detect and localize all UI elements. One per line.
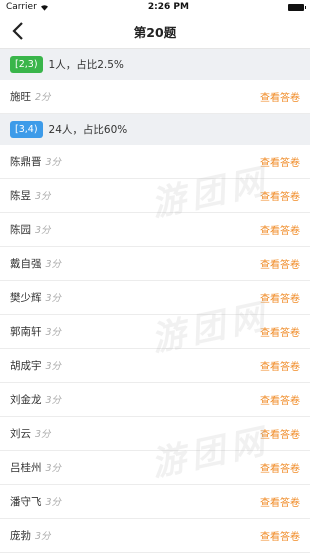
student-name: 刘金龙 <box>10 394 42 406</box>
view-answer-button[interactable]: 查看答卷 <box>260 89 300 104</box>
group-summary: 1人，占比2.5% <box>48 59 124 71</box>
list-item: 戴自强 3分 查看答卷 <box>0 247 310 281</box>
student-score: 3分 <box>45 157 62 168</box>
student-name: 郭南轩 <box>10 326 42 338</box>
student-score: 3分 <box>45 293 62 304</box>
student-name: 施旺 <box>10 91 31 103</box>
list-item: 陈园 3分 查看答卷 <box>0 213 310 247</box>
student-name: 吕桂州 <box>10 462 42 474</box>
student-score: 3分 <box>45 327 62 338</box>
student-name: 刘云 <box>10 428 31 440</box>
list-item: 庞勃 3分 查看答卷 <box>0 519 310 553</box>
view-answer-button[interactable]: 查看答卷 <box>260 460 300 475</box>
student-score: 3分 <box>45 259 62 270</box>
list-item: 刘云 3分 查看答卷 <box>0 417 310 451</box>
view-answer-button[interactable]: 查看答卷 <box>260 222 300 237</box>
student-score: 3分 <box>35 191 51 202</box>
page-title: 第20题 <box>133 24 177 40</box>
student-score: 3分 <box>35 531 51 542</box>
student-name: 庞勃 <box>10 530 31 542</box>
status-left: Carrier <box>6 2 49 12</box>
student-name: 戴自强 <box>10 258 42 270</box>
list-item: 樊少辉 3分 查看答卷 <box>0 281 310 315</box>
view-answer-button[interactable]: 查看答卷 <box>260 256 300 271</box>
view-answer-button[interactable]: 查看答卷 <box>260 528 300 543</box>
list-item: 胡成宇 3分 查看答卷 <box>0 349 310 383</box>
list-item: 刘金龙 3分 查看答卷 <box>0 383 310 417</box>
view-answer-button[interactable]: 查看答卷 <box>260 188 300 203</box>
chevron-left-icon <box>12 22 23 40</box>
student-name: 胡成宇 <box>10 360 42 372</box>
list-item: 吕桂州 3分 查看答卷 <box>0 451 310 485</box>
student-name: 陈昱 <box>10 190 31 202</box>
group-header: [3,4) 24人，占比60% <box>0 114 310 145</box>
view-answer-button[interactable]: 查看答卷 <box>260 392 300 407</box>
student-name: 陈鼎晋 <box>10 156 42 168</box>
student-score: 3分 <box>35 429 51 440</box>
list-item: 潘守飞 3分 查看答卷 <box>0 485 310 519</box>
student-score: 3分 <box>35 225 51 236</box>
list-item: 陈鼎晋 3分 查看答卷 <box>0 145 310 179</box>
student-name: 樊少辉 <box>10 292 42 304</box>
back-button[interactable] <box>6 19 30 43</box>
battery-icon <box>287 3 306 11</box>
group-summary: 24人，占比60% <box>48 124 128 136</box>
list-item: 施旺 2分 查看答卷 <box>0 80 310 114</box>
range-badge: [2,3) <box>10 56 43 73</box>
wifi-icon <box>40 4 48 11</box>
list-item: 郭南轩 3分 查看答卷 <box>0 315 310 349</box>
student-score: 3分 <box>45 395 62 406</box>
view-answer-button[interactable]: 查看答卷 <box>260 426 300 441</box>
student-score: 3分 <box>45 361 62 372</box>
student-name: 潘守飞 <box>10 496 42 508</box>
list-item: 陈昱 3分 查看答卷 <box>0 179 310 213</box>
nav-bar: 第20题 <box>0 14 310 49</box>
group-header: [2,3) 1人，占比2.5% <box>0 49 310 80</box>
view-answer-button[interactable]: 查看答卷 <box>260 494 300 509</box>
status-time: 2:26 PM <box>147 2 189 12</box>
carrier-label: Carrier <box>6 2 37 12</box>
student-name: 陈园 <box>10 224 31 236</box>
view-answer-button[interactable]: 查看答卷 <box>260 154 300 169</box>
view-answer-button[interactable]: 查看答卷 <box>260 324 300 339</box>
range-badge: [3,4) <box>10 121 43 138</box>
student-score: 3分 <box>45 497 62 508</box>
student-score: 3分 <box>45 463 62 474</box>
status-bar: Carrier 2:26 PM <box>0 0 310 14</box>
student-score: 2分 <box>35 92 51 103</box>
view-answer-button[interactable]: 查看答卷 <box>260 290 300 305</box>
view-answer-button[interactable]: 查看答卷 <box>260 358 300 373</box>
